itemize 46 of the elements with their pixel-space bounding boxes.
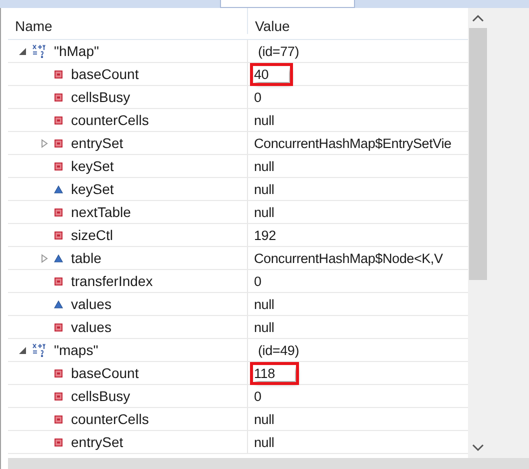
variable-value: null [254, 412, 274, 426]
variable-value: ConcurrentHashMap$EntrySetVie [254, 136, 452, 150]
variable-value: null [254, 320, 274, 334]
variable-name[interactable]: sizeCtl [71, 227, 114, 243]
variable-name[interactable]: table [71, 250, 102, 266]
variable-value: (id=77) [257, 44, 299, 58]
variable-value: 0 [254, 388, 262, 404]
variable-name[interactable]: values [71, 296, 112, 312]
variable-name[interactable]: transferIndex [71, 273, 153, 289]
expanded-arrow-icon[interactable] [18, 46, 27, 56]
scrollbar-thumb[interactable] [469, 28, 487, 280]
selected-tab[interactable] [220, 0, 355, 8]
variable-value: 0 [254, 274, 262, 288]
variable-value: null [254, 296, 274, 312]
variable-value: null [254, 204, 274, 220]
variable-name[interactable]: nextTable [71, 204, 131, 220]
variable-value: null [254, 158, 274, 174]
vertical-scrollbar[interactable] [468, 8, 488, 458]
variable-value: 192 [254, 228, 276, 242]
expression-name[interactable]: "hMap" [54, 43, 99, 59]
variable-value: (id=49) [257, 342, 299, 358]
variable-name[interactable]: values [71, 319, 112, 335]
expanded-arrow-icon[interactable] [18, 346, 27, 354]
variable-value: null [254, 112, 274, 128]
horizontal-scrollbar[interactable] [8, 458, 529, 469]
variable-value: ConcurrentHashMap$Node<K,V [254, 250, 443, 266]
variable-value: 0 [254, 90, 262, 104]
collapsed-arrow-icon[interactable] [40, 254, 49, 262]
variable-name[interactable]: entrySet [71, 135, 124, 151]
expression-name[interactable]: "maps" [54, 342, 98, 358]
variable-name[interactable]: baseCount [71, 66, 139, 82]
variable-name[interactable]: counterCells [71, 411, 149, 427]
variable-name[interactable]: cellsBusy [71, 89, 130, 105]
collapsed-arrow-icon[interactable] [40, 138, 49, 148]
variable-name[interactable]: entrySet [71, 434, 124, 450]
scroll-down-icon[interactable] [472, 444, 484, 452]
variable-name[interactable]: counterCells [71, 112, 149, 128]
column-header[interactable]: Value [255, 18, 290, 34]
variable-value: null [254, 434, 274, 450]
variable-name[interactable]: keySet [71, 181, 114, 197]
variable-name[interactable]: cellsBusy [71, 388, 130, 404]
variable-name[interactable]: baseCount [71, 365, 139, 381]
column-header[interactable]: Name [15, 18, 52, 34]
variable-value: null [254, 182, 274, 196]
variable-name[interactable]: keySet [71, 158, 114, 174]
scroll-up-icon[interactable] [472, 14, 484, 22]
